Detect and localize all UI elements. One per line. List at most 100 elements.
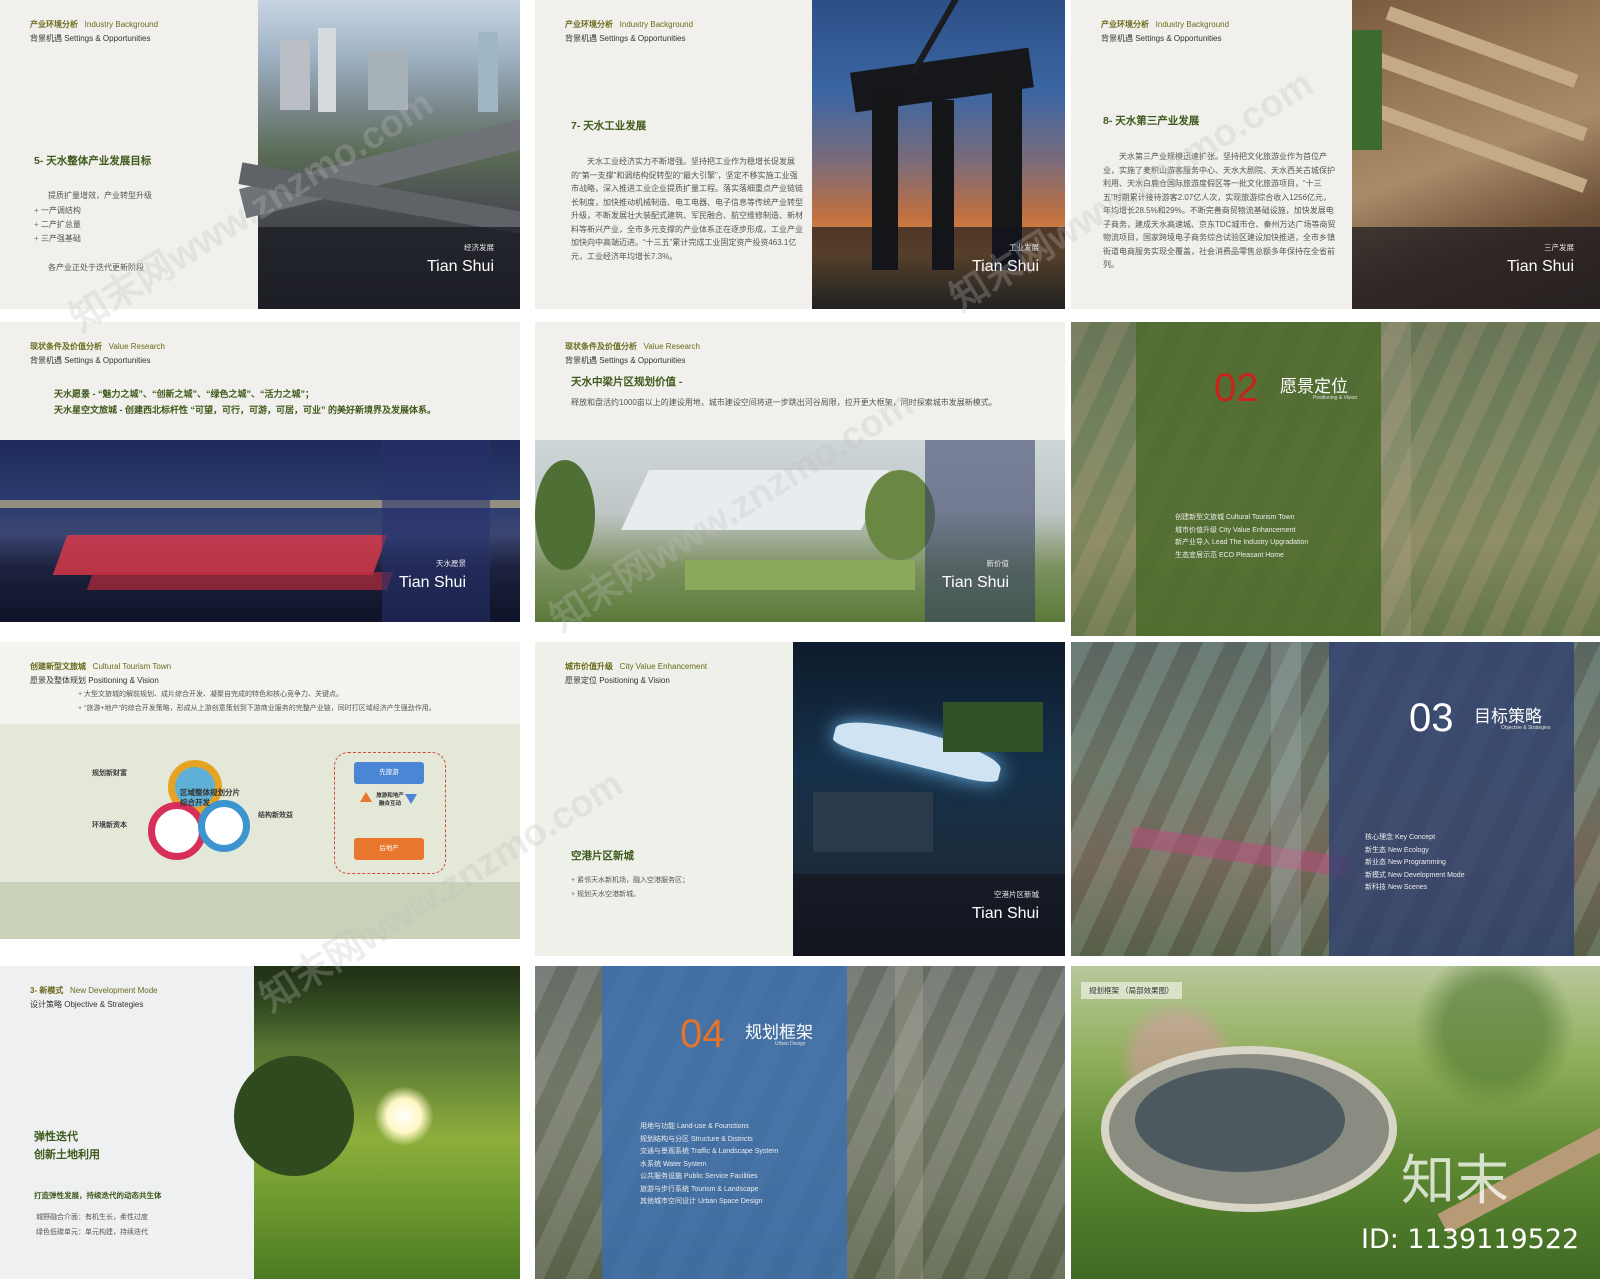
header-sub: 背景机遇 Settings & Opportunities (1101, 34, 1222, 43)
slide-title: 弹性迭代 (34, 1131, 78, 1143)
header-cn: 产业环境分析 (1101, 20, 1149, 29)
slide-header: 产业环境分析 Industry Background 背景机遇 Settings… (30, 18, 158, 46)
slide-industrial-development: 产业环境分析 Industry Background 背景机遇 Settings… (535, 0, 1065, 309)
caption-large: Tian Shui (972, 258, 1039, 275)
desc-line: 城野融合介面：有机生长，柔性过度 (36, 1214, 148, 1221)
list-item: 生态宜居示范 ECO Pleasant Home (1175, 551, 1284, 559)
header-cn: 创建新型文旅城 (30, 662, 86, 671)
stripe-panel (895, 966, 923, 1279)
diagram-center-label: 区域整体规划分片综合开发 (180, 788, 240, 807)
list-item: 规划结构与分区 Structure & Districts (640, 1135, 753, 1143)
section-list: 创建新型文旅城 Cultural Tourism Town 城市价值升级 Cit… (1175, 512, 1308, 562)
bullet-item: “旅游+地产”的综合开发策略，形成从上游创意策划到下游商业服务的完整产业链，同时… (78, 702, 436, 716)
section-number: 02 (1214, 366, 1259, 410)
header-cn: 产业环境分析 (30, 20, 78, 29)
render-label: 规划框架 （局部效果图） (1081, 982, 1182, 999)
slide-title: 空港片区新城 (571, 850, 634, 862)
vision-line: 天水星空文旅城 - 创建西北标杆性 “可望，可行，可游，可居，可业” 的美好新境… (54, 405, 437, 415)
list-item: 其他城市空间设计 Urban Space Design (640, 1198, 763, 1205)
bullet-item: 三产强基础 (34, 232, 81, 246)
header-en: Value Research (108, 342, 165, 351)
header-sub: 背景机遇 Settings & Opportunities (565, 356, 686, 365)
slide-header: 现状条件及价值分析 Value Research 背景机遇 Settings &… (30, 340, 165, 368)
slide-subtitle: 打造弹性发展，持续迭代的动态共生体 (34, 1191, 162, 1200)
slide-header: 产业环境分析 Industry Background 背景机遇 Settings… (565, 18, 693, 46)
slide-title-2: 创新土地利用 (34, 1149, 100, 1161)
list-item: 旅游与步行系统 Tourism & Landscape (640, 1185, 759, 1193)
list-item: 水系统 Water System (640, 1160, 707, 1168)
bullet-list: 一产调结构 二产扩总量 三产强基础 (34, 204, 81, 246)
bullet-item: 二产扩总量 (34, 218, 81, 232)
header-cn: 现状条件及价值分析 (565, 342, 637, 351)
desc-line: 绿色低碳单元：单元构建，持续迭代 (36, 1229, 148, 1236)
slide-title: 8- 天水第三产业发展 (1103, 115, 1200, 127)
slide-industry-goals: 产业环境分析 Industry Background 背景机遇 Settings… (0, 0, 520, 309)
list-item: 新业态 New Programming (1365, 859, 1446, 866)
caption-band: 经济发展 Tian Shui (258, 227, 520, 309)
slide-header: 3- 新模式 New Development Mode 设计策略 Objecti… (30, 984, 158, 1012)
header-en: Cultural Tourism Town (92, 662, 172, 671)
terraced-ruins-photo: 三产发展 Tian Shui (1352, 0, 1600, 309)
bullet-item: 大型文旅城的解前规划、成片综合开发、凝聚自完成的特色和核心竞争力、关键点。 (78, 688, 436, 702)
bullet-item: 紧邻天水新机场，融入空港服务区； (571, 874, 689, 888)
slide-planning-render: 规划框架 （局部效果图） 知末 ID: 1139119522 (1071, 966, 1600, 1279)
list-item: 新生态 New Ecology (1365, 846, 1429, 854)
flow-box-top: 先旅游 (354, 762, 424, 784)
caption-small: 三产发展 (1544, 243, 1574, 252)
slide-title: 5- 天水整体产业发展目标 (34, 155, 152, 167)
arrow-down-icon (405, 794, 417, 804)
city-photo: 经济发展 Tian Shui (238, 0, 520, 309)
header-sub: 愿景及整体规划 Positioning & Vision (30, 676, 159, 685)
flow-box-bottom: 后地产 (354, 838, 424, 860)
slide-airport-new-town: 城市价值升级 City Value Enhancement 愿景定位 Posit… (535, 642, 1065, 956)
slide-tianshui-vision: 现状条件及价值分析 Value Research 背景机遇 Settings &… (0, 322, 520, 622)
slide-header: 现状条件及价值分析 Value Research 背景机遇 Settings &… (565, 340, 700, 368)
header-sub: 背景机遇 Settings & Opportunities (30, 356, 151, 365)
section-panel (1136, 322, 1381, 636)
bullet-item: 一产调结构 (34, 204, 81, 218)
asset-id: ID: 1139119522 (1361, 1224, 1580, 1255)
slide-cultural-tourism-town: 创建新型文旅城 Cultural Tourism Town 愿景及整体规划 Po… (0, 642, 520, 939)
caption-small: 经济发展 (464, 243, 494, 252)
header-en: City Value Enhancement (619, 662, 708, 671)
sun-flare (374, 1086, 434, 1146)
section-number: 04 (680, 1012, 725, 1056)
header-sub: 愿景定位 Positioning & Vision (565, 676, 670, 685)
arrow-up-icon (360, 792, 372, 802)
slide-header: 创建新型文旅城 Cultural Tourism Town 愿景及整体规划 Po… (30, 660, 171, 688)
body-paragraph: 释放和盘活约1000亩以上的建设用地，城市建设空间将进一步跳出河谷局限，拉开更大… (571, 398, 997, 407)
slide-header: 城市价值升级 City Value Enhancement 愿景定位 Posit… (565, 660, 707, 688)
caption-band: 三产发展 Tian Shui (1352, 227, 1600, 309)
caption-small: 天水愿景 (436, 559, 466, 568)
header-sub: 设计策略 Objective & Strategies (30, 1000, 144, 1009)
footer-band (0, 882, 520, 939)
slide-title: 天水中梁片区规划价值 - (571, 376, 683, 388)
header-sub: 背景机遇 Settings & Opportunities (565, 34, 686, 43)
caption-band: 工业发展 Tian Shui (812, 227, 1065, 309)
flow-middle-label: 旅游和地产融合互动 (376, 793, 404, 807)
pond (1135, 1068, 1345, 1172)
caption-band: 空港片区新城 Tian Shui (793, 874, 1065, 956)
list-item: 公共服务设施 Public Service Facilities (640, 1173, 758, 1180)
body-paragraph: 天水工业经济实力不断增强。坚持把工业作为稳增长促发展的“第一支撑”和调结构促转型… (571, 157, 803, 261)
body-paragraph: 天水第三产业规模迅速扩张。坚持把文化旅游业作为首位产业，实施了麦积山游客服务中心… (1103, 152, 1336, 269)
list-item: 新科技 New Scenes (1365, 884, 1428, 891)
vision-line: 天水愿景 - “魅力之城”、“创新之城”、“绿色之城”、“活力之城”； (54, 389, 314, 399)
list-item: 用地与功能 Land-use & Founctions (640, 1123, 749, 1130)
list-item: 新模式 New Development Mode (1365, 871, 1465, 879)
header-cn: 产业环境分析 (565, 20, 613, 29)
caption-large: Tian Shui (972, 905, 1039, 922)
section-list: 用地与功能 Land-use & Founctions 规划结构与分区 Stru… (640, 1121, 778, 1209)
section-subtitle: Objective & Strategies (1501, 725, 1551, 731)
airport-render-photo: 空港片区新城 Tian Shui (793, 642, 1065, 956)
caption-large: Tian Shui (942, 574, 1009, 591)
bullet-list: 紧邻天水新机场，融入空港服务区； 规划天水空港新城。 (571, 874, 689, 902)
section-title: 愿景定位 (1280, 377, 1348, 396)
park-render-photo: 新价值 Tian Shui (535, 440, 1065, 622)
header-sub: 背景机遇 Settings & Opportunities (30, 34, 151, 43)
header-en: Value Research (643, 342, 700, 351)
header-cn: 城市价值升级 (565, 662, 613, 671)
section-title: 目标策略 (1474, 707, 1542, 726)
industrial-silhouette-photo: 工业发展 Tian Shui (812, 0, 1065, 309)
bullet-item: 规划天水空港新城。 (571, 888, 689, 902)
